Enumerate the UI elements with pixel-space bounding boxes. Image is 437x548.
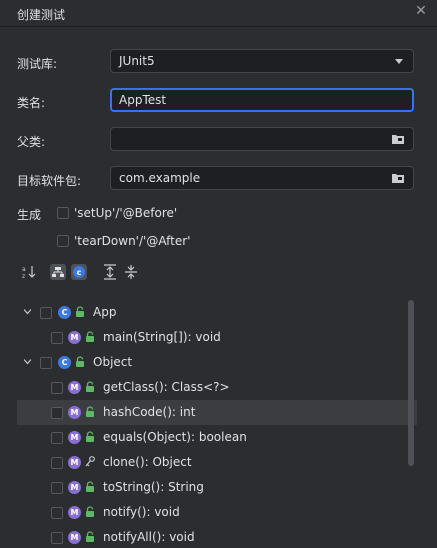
method-icon: M	[68, 506, 81, 519]
folder-icon[interactable]	[392, 173, 404, 183]
tree-checkbox[interactable]	[51, 407, 63, 419]
tree-row-method[interactable]: M notify(): void	[17, 500, 417, 525]
tree-scrollbar[interactable]	[408, 300, 414, 466]
close-icon[interactable]: ✕	[413, 3, 429, 19]
library-dropdown[interactable]: JUnit5	[110, 49, 414, 73]
tree-row-method[interactable]: M toString(): String	[17, 475, 417, 500]
tree-checkbox[interactable]	[40, 357, 52, 369]
tree-row-class-app[interactable]: C App	[17, 300, 417, 325]
tree-row-method[interactable]: M notifyAll(): void	[17, 525, 417, 548]
tree-checkbox[interactable]	[51, 457, 63, 469]
sort-alpha-icon[interactable]: a z	[22, 264, 36, 280]
lock-icon	[76, 356, 84, 367]
method-icon: M	[68, 406, 81, 419]
package-label: 目标软件包:	[17, 174, 82, 188]
tree-row-label: toString(): String	[103, 480, 204, 494]
lock-icon	[86, 331, 94, 342]
folder-icon[interactable]	[392, 134, 404, 144]
tree-row-label: getClass(): Class<?>	[103, 380, 230, 394]
lock-icon	[86, 531, 94, 542]
svg-text:z: z	[22, 273, 25, 280]
chevron-down-icon[interactable]	[24, 358, 31, 365]
chevron-down-icon[interactable]	[24, 308, 31, 315]
tree-row-label: hashCode(): int	[103, 405, 196, 419]
class-name-value: AppTest	[119, 93, 167, 107]
title-bar: 创建测试 ✕	[0, 0, 437, 27]
library-value: JUnit5	[119, 54, 155, 68]
package-input[interactable]: com.example	[110, 166, 414, 190]
class-name-input[interactable]: AppTest	[110, 88, 414, 112]
tree-row-label: Object	[93, 355, 133, 369]
tree-row-method[interactable]: M hashCode(): int	[17, 400, 417, 425]
tree-row-label: clone(): Object	[103, 455, 192, 469]
class-icon: C	[58, 356, 71, 369]
package-value: com.example	[119, 171, 201, 185]
setup-checkbox[interactable]	[57, 207, 69, 219]
key-icon	[85, 456, 95, 467]
chevron-down-icon	[395, 59, 403, 64]
method-icon: M	[68, 431, 81, 444]
tree-row-label: main(String[]): void	[103, 330, 221, 344]
member-tree[interactable]: C App M main(String[]): void C Object M …	[17, 298, 417, 548]
class-filter-icon[interactable]: c	[71, 264, 87, 280]
expand-all-icon[interactable]	[103, 264, 117, 280]
tree-checkbox[interactable]	[51, 332, 63, 344]
svg-text:c: c	[77, 268, 82, 277]
lock-icon	[86, 506, 94, 517]
tree-checkbox[interactable]	[51, 507, 63, 519]
lock-icon	[86, 431, 94, 442]
generate-label: 生成	[17, 208, 42, 222]
lock-icon	[76, 306, 84, 317]
method-icon: M	[68, 331, 81, 344]
method-icon: M	[68, 381, 81, 394]
tree-checkbox[interactable]	[40, 307, 52, 319]
superclass-input[interactable]	[110, 127, 414, 151]
method-icon: M	[68, 456, 81, 469]
library-label: 测试库:	[17, 57, 58, 71]
lock-icon	[86, 481, 94, 492]
class-icon: C	[58, 306, 71, 319]
class-name-label: 类名:	[17, 96, 46, 110]
tree-row-method[interactable]: M main(String[]): void	[17, 325, 417, 350]
tree-checkbox[interactable]	[51, 482, 63, 494]
tree-row-method[interactable]: M getClass(): Class<?>	[17, 375, 417, 400]
tree-row-class-object[interactable]: C Object	[17, 350, 417, 375]
tree-row-label: notifyAll(): void	[103, 530, 195, 544]
method-icon: M	[68, 481, 81, 494]
create-test-dialog: 创建测试 ✕ 测试库: JUnit5 类名: AppTest 父类: 目标软件包…	[0, 0, 437, 548]
collapse-all-icon[interactable]	[124, 264, 138, 280]
tree-row-label: notify(): void	[103, 505, 180, 519]
setup-checkbox-label: 'setUp'/'@Before'	[74, 206, 178, 220]
tree-checkbox[interactable]	[51, 532, 63, 544]
teardown-checkbox[interactable]	[57, 235, 69, 247]
tree-row-label: App	[93, 305, 117, 319]
dialog-title: 创建测试	[17, 8, 66, 22]
tree-row-method[interactable]: M clone(): Object	[17, 450, 417, 475]
teardown-checkbox-label: 'tearDown'/'@After'	[74, 234, 191, 248]
svg-text:a: a	[22, 266, 26, 273]
lock-icon	[86, 381, 94, 392]
lock-icon	[86, 406, 94, 417]
superclass-label: 父类:	[17, 135, 46, 149]
show-hierarchy-icon[interactable]	[50, 264, 66, 280]
tree-checkbox[interactable]	[51, 432, 63, 444]
tree-row-method[interactable]: M equals(Object): boolean	[17, 425, 417, 450]
tree-checkbox[interactable]	[51, 382, 63, 394]
method-icon: M	[68, 531, 81, 544]
tree-row-label: equals(Object): boolean	[103, 430, 247, 444]
